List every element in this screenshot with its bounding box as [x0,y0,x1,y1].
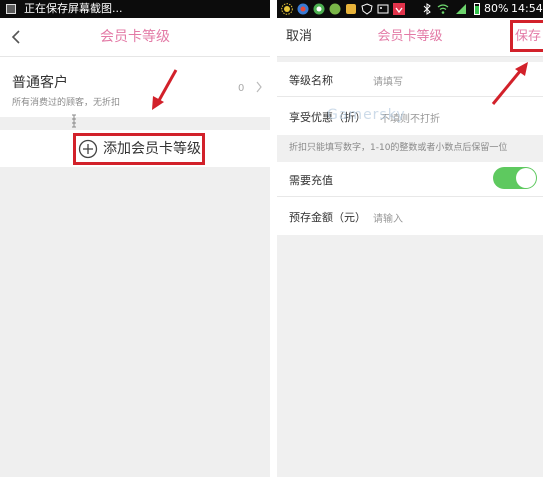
annotation-arrow-icon [152,69,178,110]
app-icon [297,3,309,15]
app-icon [393,3,405,15]
level-description: 所有消费过的顾客，无折扣 [12,98,121,108]
status-bar: 80% 14:54 [277,0,543,18]
battery-level: 80% [484,2,509,15]
right-screen: 80% 14:54 取消 会员卡等级 保存 等级名称 请填写 享受优惠（折） 不… [277,0,543,477]
left-screen: 正在保存屏幕截图... 会员卡等级 普通客户 所有消费过的顾客，无折扣 0 添加… [0,0,270,477]
level-name: 普通客户 [12,75,68,91]
cursor-icon [72,114,76,128]
status-text: 正在保存屏幕截图... [24,2,123,15]
recharge-toggle[interactable] [493,167,537,189]
status-time: 14:54 [511,2,543,15]
signal-icon [456,4,466,14]
list-item-level[interactable]: 普通客户 所有消费过的顾客，无折扣 0 [0,57,270,117]
field-recharge-label: 需要充值 [289,174,333,187]
page-title: 会员卡等级 [377,29,443,44]
status-bar: 正在保存屏幕截图... [0,0,270,18]
highlight-box [510,20,543,52]
app-icon [313,3,325,15]
screenshot-icon [6,4,16,14]
level-count: 0 [238,83,245,94]
field-prestore-input[interactable]: 请输入 [373,210,403,225]
watermark: Gamersky [327,107,406,123]
field-name-label: 等级名称 [289,74,333,87]
highlight-box [73,133,205,165]
screen-divider [270,0,277,477]
page-title: 会员卡等级 [100,29,170,45]
page-header: 取消 会员卡等级 保存 [277,18,543,57]
battery-icon [474,3,480,15]
field-prestore-label: 预存金额（元） [289,211,366,224]
sun-icon [281,3,293,15]
chevron-right-icon [256,81,262,93]
image-icon [377,4,389,14]
page-header: 会员卡等级 [0,18,270,57]
bluetooth-icon [423,3,431,15]
wifi-icon [437,4,449,14]
app-icon [329,3,341,15]
field-name-input[interactable]: 请填写 [373,73,403,88]
shield-icon [361,3,373,15]
discount-hint: 折扣只能填写数字，1-10的整数或者小数点后保留一位 [289,143,508,153]
field-prestore-row[interactable]: 预存金额（元） 请输入 [277,197,543,235]
annotation-arrow-icon [491,62,528,105]
app-icon [346,4,356,14]
